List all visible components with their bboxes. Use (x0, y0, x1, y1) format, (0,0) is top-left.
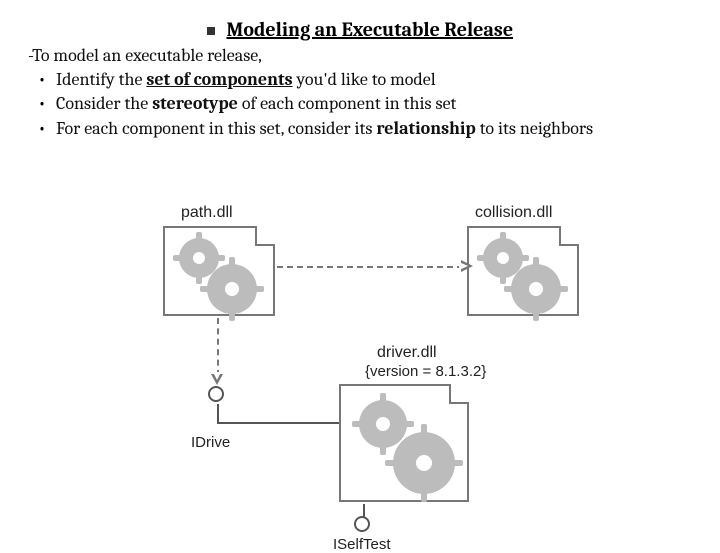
bullet-item: Consider the stereotype of each componen… (38, 92, 692, 116)
bullet-item: For each component in this set, consider… (38, 117, 692, 141)
interface-stem (217, 404, 219, 422)
bullet-text-post: of each component in this set (238, 93, 456, 114)
bullet-text-em: stereotype (152, 93, 238, 114)
bullet-text-pre: Identify the (56, 69, 146, 90)
bullet-text-post: to its neighbors (476, 118, 593, 139)
bullet-text-pre: For each component in this set, consider… (56, 118, 376, 139)
component-driver (339, 384, 469, 502)
interface-label-iselftest: ISelfTest (333, 536, 391, 553)
bullet-list: Identify the set of components you'd lik… (28, 68, 692, 141)
realization-line (217, 422, 339, 424)
interface-lollipop-idrive (208, 386, 224, 402)
arrowhead-icon (461, 260, 473, 272)
interface-label-idrive: IDrive (191, 434, 230, 451)
title-bullet-icon (207, 27, 215, 35)
interface-lollipop-iselftest (354, 516, 370, 532)
intro-text: -To model an executable release, (28, 45, 692, 66)
component-collision (467, 226, 579, 316)
bullet-item: Identify the set of components you'd lik… (38, 68, 692, 92)
bullet-text-post: you'd like to model (293, 69, 436, 90)
uml-diagram: path.dll collision.dll (125, 204, 620, 524)
component-label-driver: driver.dll (377, 344, 437, 362)
slide-title: Modeling an Executable Release (226, 18, 513, 41)
slide-title-line: Modeling an Executable Release (28, 18, 692, 41)
bullet-text-em: set of components (146, 69, 292, 90)
bullet-text-em: relationship (376, 118, 475, 139)
dependency-arrow (277, 266, 463, 268)
component-label-collision: collision.dll (475, 204, 552, 222)
component-label-path: path.dll (181, 204, 233, 222)
arrowhead-mask-icon (213, 372, 221, 380)
dependency-arrow (217, 318, 219, 376)
bullet-text-pre: Consider the (56, 93, 152, 114)
component-path (163, 226, 275, 316)
component-version-driver: {version = 8.1.3.2} (365, 363, 486, 380)
